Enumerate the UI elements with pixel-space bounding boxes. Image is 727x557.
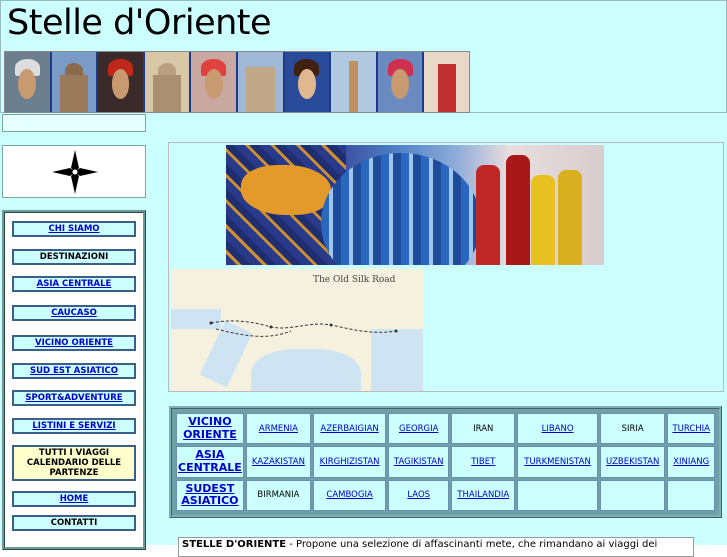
photo-church xyxy=(51,52,99,112)
nav-sport-adventure[interactable]: SPORT&ADVENTURE xyxy=(12,390,136,406)
nav-contatti[interactable]: CONTATTI xyxy=(12,515,136,531)
nav-tutti-i-viaggi[interactable]: TUTTI I VIAGGI CALENDARIO DELLE PARTENZE xyxy=(12,445,136,481)
photo-minaret xyxy=(331,52,378,112)
country-cell[interactable]: THAILANDIA xyxy=(451,479,516,511)
silk-road-map-image: The Old Silk Road xyxy=(171,269,423,391)
country-cell[interactable]: TURKMENISTAN xyxy=(517,446,598,478)
country-cell[interactable]: LIBANO xyxy=(517,413,598,445)
region-vicino-oriente[interactable]: VICINO ORIENTE xyxy=(176,413,244,445)
photo-woman-veil xyxy=(98,52,145,112)
nav-home[interactable]: HOME xyxy=(12,491,136,507)
top-left-bar xyxy=(2,114,146,132)
photo-arch xyxy=(237,52,285,112)
compass-box xyxy=(2,145,146,198)
empty-cell xyxy=(517,479,598,511)
country-cell[interactable]: ARMENIA xyxy=(245,413,312,445)
table-row: ASIA CENTRALE KAZAKISTAN KIRGHIZISTAN TA… xyxy=(176,446,715,478)
site-header: Stelle d'Oriente xyxy=(0,0,727,113)
country-cell[interactable]: TAGIKISTAN xyxy=(388,446,450,478)
nav-destinazioni: DESTINAZIONI xyxy=(12,249,136,265)
empty-cell xyxy=(599,479,666,511)
nav-listini-servizi[interactable]: LISTINI E SERVIZI xyxy=(12,418,136,434)
country-cell[interactable]: TIBET xyxy=(451,446,516,478)
site-title: Stelle d'Oriente xyxy=(7,3,272,43)
photo-smiling-girl xyxy=(377,52,425,112)
country-cell[interactable]: XINIANG xyxy=(667,446,715,478)
photo-fortress xyxy=(144,52,192,112)
nav-asia-centrale[interactable]: ASIA CENTRALE xyxy=(12,276,136,292)
country-cell[interactable]: CAMBOGIA xyxy=(313,479,387,511)
silk-road-route-icon xyxy=(209,320,398,337)
table-row: VICINO ORIENTE ARMENIA AZERBAIGIAN GEORG… xyxy=(176,413,715,445)
photo-girl xyxy=(191,52,238,112)
nav-vicino-oriente[interactable]: VICINO ORIENTE xyxy=(12,335,136,351)
photo-old-man xyxy=(5,52,52,112)
nav-chi-siamo[interactable]: CHI SIAMO xyxy=(12,221,136,237)
country-cell[interactable]: LAOS xyxy=(388,479,450,511)
country-cell[interactable]: KAZAKISTAN xyxy=(245,446,312,478)
empty-cell xyxy=(667,479,715,511)
photo-pagoda xyxy=(424,52,469,112)
main-picture-area: The Old Silk Road xyxy=(168,142,724,392)
intro-text: STELLE D'ORIENTE - Propone una selezione… xyxy=(178,537,694,557)
sidebar-nav: CHI SIAMO DESTINAZIONI ASIA CENTRALE CAU… xyxy=(2,210,146,550)
nav-sud-est-asiatico[interactable]: SUD EST ASIATICO xyxy=(12,363,136,379)
region-asia-centrale[interactable]: ASIA CENTRALE xyxy=(176,446,244,478)
header-photo-strip xyxy=(4,51,470,113)
country-cell[interactable]: UZBEKISTAN xyxy=(599,446,666,478)
silk-road-collage-image xyxy=(226,145,604,265)
country-cell: BIRMANIA xyxy=(245,479,312,511)
country-cell: IRAN xyxy=(451,413,516,445)
compass-rose-icon xyxy=(52,150,98,194)
region-sudest-asiatico[interactable]: SUDEST ASIATICO xyxy=(176,479,244,511)
destinations-table: VICINO ORIENTE ARMENIA AZERBAIGIAN GEORG… xyxy=(169,406,722,518)
country-cell[interactable]: GEORGIA xyxy=(388,413,450,445)
country-cell[interactable]: KIRGHIZISTAN xyxy=(313,446,387,478)
country-cell: SIRIA xyxy=(599,413,666,445)
country-cell[interactable]: TURCHIA xyxy=(667,413,715,445)
photo-smiling-woman xyxy=(284,52,332,112)
country-cell[interactable]: AZERBAIGIAN xyxy=(313,413,387,445)
nav-caucaso[interactable]: CAUCASO xyxy=(12,305,136,321)
table-row: SUDEST ASIATICO BIRMANIA CAMBOGIA LAOS T… xyxy=(176,479,715,511)
